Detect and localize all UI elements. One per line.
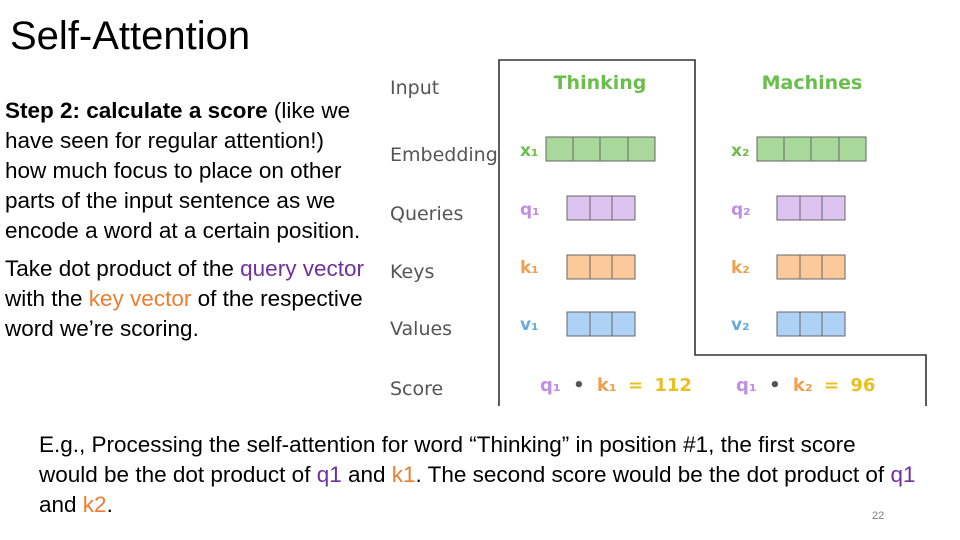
x1-label: x₁ — [520, 141, 538, 161]
score-equals: = — [628, 375, 643, 396]
score-thinking: q₁ • k₁ = 112 — [540, 375, 692, 396]
word-thinking: Thinking — [554, 72, 647, 94]
k2-label: k₂ — [731, 258, 750, 278]
example-sentence: and — [341, 462, 392, 487]
k1-key-vector — [566, 254, 636, 280]
k1-term: k1 — [391, 462, 416, 487]
v2-value-vector — [776, 311, 846, 337]
row-label-queries: Queries — [390, 203, 463, 225]
example-text: E.g., Processing the self-attention for … — [39, 430, 919, 520]
q1-query-vector — [566, 195, 636, 221]
score-machines: q₁ • k₂ = 96 — [736, 375, 875, 396]
row-label-score: Score — [390, 378, 443, 400]
score-value: 96 — [850, 375, 875, 396]
q2-label: q₂ — [731, 200, 751, 220]
score-dot: • — [769, 375, 781, 396]
word-machines: Machines — [762, 72, 863, 94]
score-q-term: q₁ — [736, 375, 757, 396]
k1-label: k₁ — [520, 258, 539, 278]
row-label-values: Values — [390, 318, 452, 340]
score-value: 112 — [654, 375, 692, 396]
x1-embedding-vector — [545, 136, 656, 162]
q1-term: q1 — [316, 462, 342, 487]
score-dot: • — [573, 375, 585, 396]
page-number: 22 — [872, 510, 885, 522]
v1-label: v₁ — [520, 315, 539, 335]
k2-key-vector — [776, 254, 846, 280]
thinking-column-frame — [498, 59, 927, 406]
x2-embedding-vector — [756, 136, 867, 162]
score-q-term: q₁ — [540, 375, 561, 396]
score-k-term: k₂ — [793, 375, 813, 396]
v2-label: v₂ — [731, 315, 750, 335]
k2-term: k2 — [82, 492, 107, 517]
row-label-input: Input — [390, 77, 439, 99]
q1-label: q₁ — [520, 200, 540, 220]
score-equals: = — [824, 375, 839, 396]
score-k-term: k₁ — [597, 375, 617, 396]
x2-label: x₂ — [731, 141, 749, 161]
example-sentence: . — [106, 492, 113, 517]
q1-term: q1 — [890, 462, 916, 487]
example-sentence: . The second score would be the dot prod… — [415, 462, 891, 487]
row-label-embedding: Embedding — [390, 144, 498, 166]
v1-value-vector — [566, 311, 636, 337]
q2-query-vector — [776, 195, 846, 221]
example-sentence: and — [39, 492, 83, 517]
row-label-keys: Keys — [390, 261, 434, 283]
